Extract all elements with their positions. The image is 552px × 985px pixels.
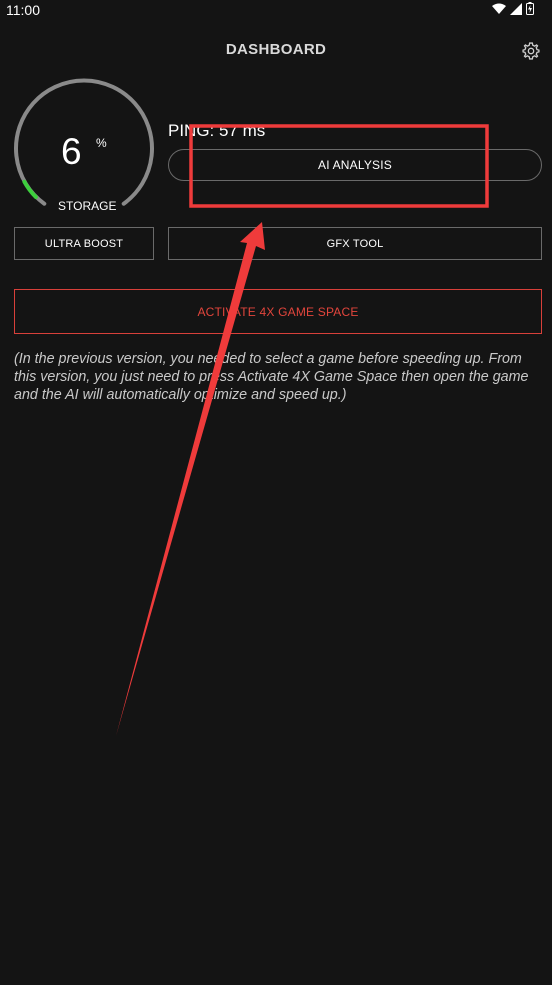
storage-unit: % bbox=[96, 136, 107, 150]
storage-label: STORAGE bbox=[58, 199, 117, 213]
ultra-boost-button[interactable]: ULTRA BOOST bbox=[14, 227, 154, 260]
gauge-fill bbox=[22, 179, 38, 200]
storage-value: 6 bbox=[61, 131, 82, 172]
gauge-track bbox=[14, 78, 154, 206]
activate-game-space-button[interactable]: ACTIVATE 4X GAME SPACE bbox=[14, 289, 542, 334]
version-notice: (In the previous version, you needed to … bbox=[14, 351, 529, 403]
gfx-tool-button[interactable]: GFX TOOL bbox=[168, 227, 542, 260]
ai-analysis-button[interactable]: AI ANALYSIS bbox=[168, 149, 542, 181]
status-icons bbox=[492, 2, 534, 15]
gear-icon[interactable] bbox=[521, 41, 541, 61]
status-time: 11:00 bbox=[6, 2, 40, 18]
page-title: DASHBOARD bbox=[225, 41, 327, 58]
status-bar: 11:00 bbox=[0, 0, 552, 22]
battery-icon bbox=[526, 2, 534, 15]
signal-icon bbox=[510, 2, 522, 15]
wifi-icon bbox=[492, 3, 506, 14]
ping-readout: PING: 57 ms bbox=[168, 121, 266, 140]
